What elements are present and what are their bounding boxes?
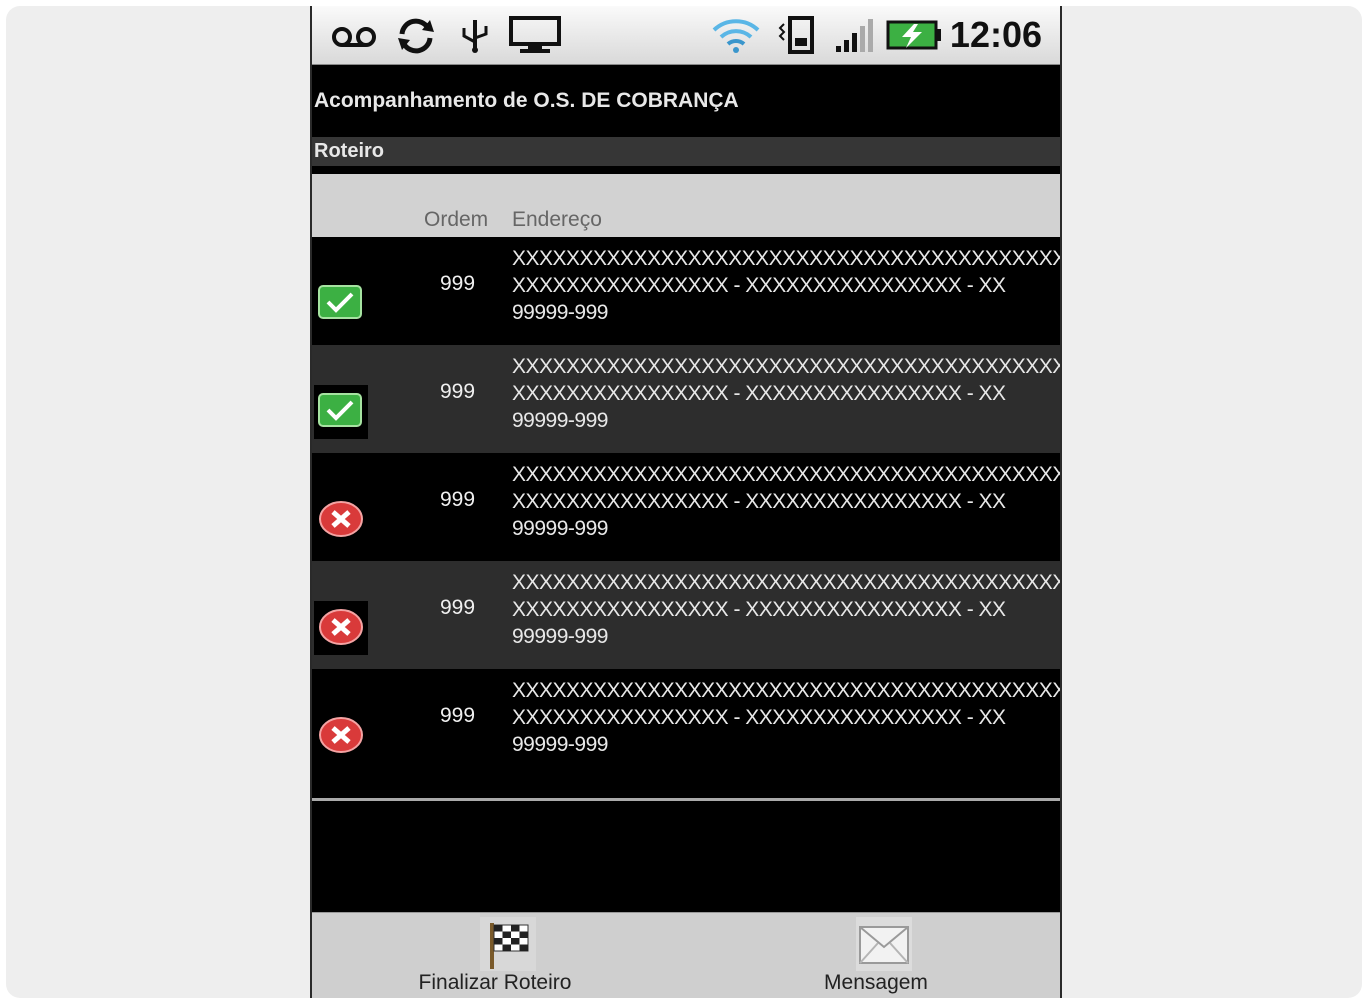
spacer [312,166,1060,174]
page-title: Acompanhamento de O.S. DE COBRANÇA [314,89,739,112]
address-line: XXXXXXXXXXXXXXXXXXXXXXXXXXXXXXXXXXXXXXXX… [512,355,1062,378]
section-header: Roteiro [312,137,1060,166]
column-header-ordem: Ordem [424,208,489,231]
status-cell [314,385,368,439]
error-icon [319,501,363,537]
title-bar: Acompanhamento de O.S. DE COBRANÇA [312,65,1060,137]
wifi-icon [712,19,760,53]
address-line: XXXXXXXXXXXXXXXX - XXXXXXXXXXXXXXXX - XX [512,274,1006,297]
address-line: XXXXXXXXXXXXXXXX - XXXXXXXXXXXXXXXX - XX [512,490,1006,513]
status-time: 12:06 [949,14,1042,55]
table-header: Ordem Endereço [312,174,1060,237]
status-bar: 12:06 [312,6,1060,65]
address-line: 99999-999 [512,517,608,540]
ordem-value: 999 [440,488,476,511]
address-line: XXXXXXXXXXXXXXXXXXXXXXXXXXXXXXXXXXXXXXXX… [512,679,1062,702]
address-line: XXXXXXXXXXXXXXXXXXXXXXXXXXXXXXXXXXXXXXXX… [512,571,1062,594]
address-cell: XXXXXXXXXXXXXXXXXXXXXXXXXXXXXXXXXXXXXXXX… [512,353,1062,434]
checkered-flag-icon [480,917,536,971]
mensagem-button[interactable]: Mensagem [688,913,1060,998]
bottom-action-bar: Finalizar Roteiro Mensagem [312,912,1060,998]
status-cell [314,493,368,547]
status-cell [314,601,368,655]
ordem-value: 999 [440,380,476,403]
phone-screen: 12:06 Acompanhamento de O.S. DE COBRANÇA… [310,6,1062,998]
error-icon [319,717,363,753]
ordem-value: 999 [440,596,476,619]
signal-icon [836,19,873,52]
column-header-endereco: Endereço [512,208,602,231]
vibrate-icon [778,16,814,54]
address-cell: XXXXXXXXXXXXXXXXXXXXXXXXXXXXXXXXXXXXXXXX… [512,461,1062,542]
address-line: XXXXXXXXXXXXXXXX - XXXXXXXXXXXXXXXX - XX [512,598,1006,621]
status-cell [314,277,368,331]
error-icon [319,609,363,645]
finalizar-roteiro-button[interactable]: Finalizar Roteiro [312,913,688,998]
address-line: 99999-999 [512,733,608,756]
monitor-icon [509,16,561,53]
list-divider [312,798,1060,801]
address-cell: XXXXXXXXXXXXXXXXXXXXXXXXXXXXXXXXXXXXXXXX… [512,569,1062,650]
ordem-value: 999 [440,272,476,295]
usb-icon [462,20,488,53]
table-row[interactable]: 999 XXXXXXXXXXXXXXXXXXXXXXXXXXXXXXXXXXXX… [312,453,1060,561]
voicemail-icon [332,27,376,47]
section-label: Roteiro [314,140,384,162]
address-line: 99999-999 [512,301,608,324]
ordem-value: 999 [440,704,476,727]
table-row[interactable]: 999 XXXXXXXXXXXXXXXXXXXXXXXXXXXXXXXXXXXX… [312,237,1060,345]
envelope-icon [856,917,912,971]
table-row[interactable]: 999 XXXXXXXXXXXXXXXXXXXXXXXXXXXXXXXXXXXX… [312,561,1060,669]
address-line: XXXXXXXXXXXXXXXX - XXXXXXXXXXXXXXXX - XX [512,706,1006,729]
address-line: 99999-999 [512,625,608,648]
table-row[interactable]: 999 XXXXXXXXXXXXXXXXXXXXXXXXXXXXXXXXXXXX… [312,669,1060,777]
table-row[interactable]: 999 XXXXXXXXXXXXXXXXXXXXXXXXXXXXXXXXXXXX… [312,345,1060,453]
sync-icon [398,18,434,54]
finalizar-roteiro-label: Finalizar Roteiro [418,971,572,994]
address-line: XXXXXXXXXXXXXXXXXXXXXXXXXXXXXXXXXXXXXXXX… [512,247,1062,270]
mensagem-label: Mensagem [824,971,928,994]
status-cell [314,709,368,763]
address-line: XXXXXXXXXXXXXXXX - XXXXXXXXXXXXXXXX - XX [512,382,1006,405]
address-line: 99999-999 [512,409,608,432]
address-cell: XXXXXXXXXXXXXXXXXXXXXXXXXXXXXXXXXXXXXXXX… [512,677,1062,758]
battery-charging-icon [886,20,941,50]
check-icon [318,285,362,319]
address-line: XXXXXXXXXXXXXXXXXXXXXXXXXXXXXXXXXXXXXXXX… [512,463,1062,486]
address-cell: XXXXXXXXXXXXXXXXXXXXXXXXXXXXXXXXXXXXXXXX… [512,245,1062,326]
check-icon [318,393,362,427]
